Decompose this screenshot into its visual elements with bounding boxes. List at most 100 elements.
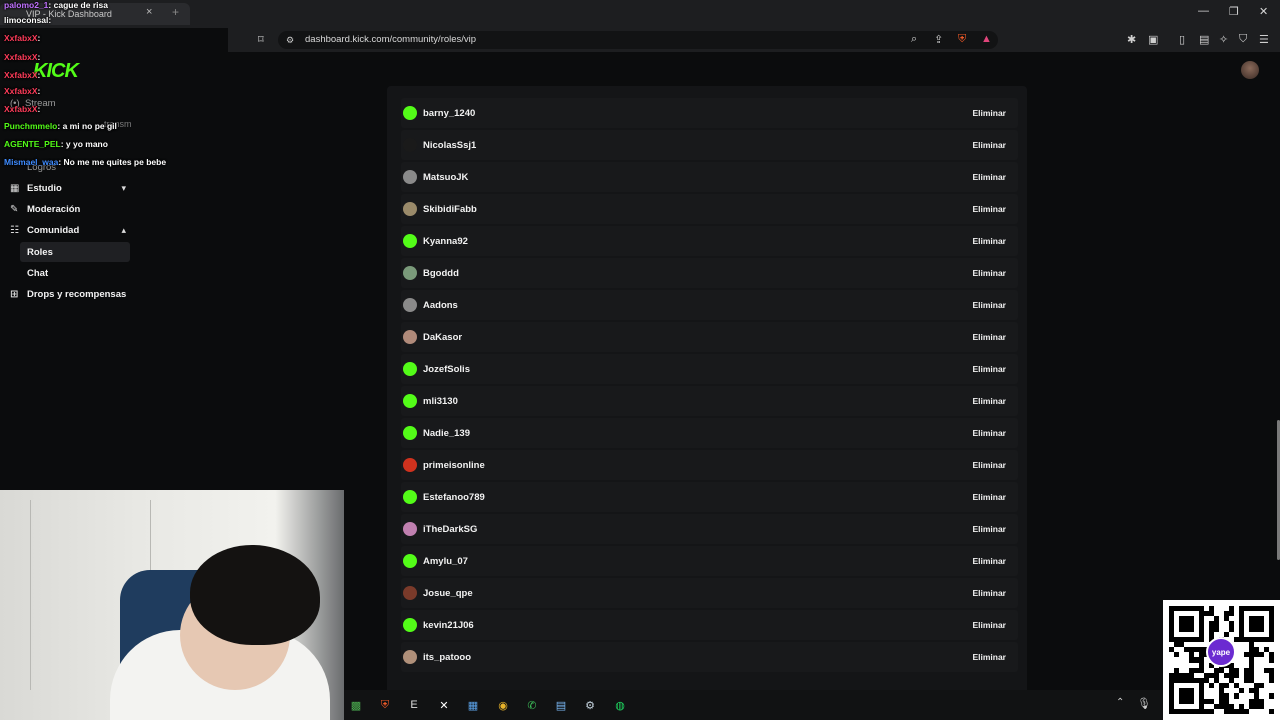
user-avatar[interactable] [403,266,417,280]
user-avatar[interactable] [403,362,417,376]
remove-vip-button[interactable]: Eliminar [972,524,1006,534]
chrome-icon[interactable]: ◉ [493,695,513,715]
remove-vip-button[interactable]: Eliminar [972,620,1006,630]
user-avatar[interactable] [403,458,417,472]
user-avatar[interactable] [403,138,417,152]
zoom-icon[interactable]: ⌕ [911,33,917,46]
wallet2-icon[interactable]: ▤ [1199,33,1209,46]
user-avatar[interactable] [403,554,417,568]
community-icon: ☷ [10,224,19,236]
vip-username[interactable]: its_patooo [423,652,972,663]
vip-username[interactable]: Aadons [423,300,972,311]
remove-vip-button[interactable]: Eliminar [972,364,1006,374]
leo-ai-icon[interactable]: ✧ [1219,33,1228,46]
sidebar-subitem-roles[interactable]: Roles [20,242,130,262]
user-avatar[interactable] [403,426,417,440]
menu-icon[interactable]: ☰ [1259,33,1269,46]
remove-vip-button[interactable]: Eliminar [972,204,1006,214]
xbox-icon[interactable]: ✕ [434,695,454,715]
vip-username[interactable]: barny_1240 [423,108,972,119]
chevron-up-icon[interactable]: ▴ [121,225,126,236]
remove-vip-button[interactable]: Eliminar [972,652,1006,662]
steam-icon[interactable]: ⚙ [580,695,600,715]
minecraft-icon[interactable]: ▩ [346,695,366,715]
remove-vip-button[interactable]: Eliminar [972,236,1006,246]
whatsapp-icon[interactable]: ✆ [522,695,542,715]
remove-vip-button[interactable]: Eliminar [972,140,1006,150]
user-avatar[interactable] [403,522,417,536]
remove-vip-button[interactable]: Eliminar [972,108,1006,118]
brave-shield-icon[interactable]: ⛨ [958,33,966,46]
gift-icon: ⊞ [10,288,19,300]
vip-username[interactable]: Kyanna92 [423,236,972,247]
vip-row: Estefanoo789 Eliminar [401,482,1018,512]
chat-message: XxfabxX: [4,86,41,96]
remove-vip-button[interactable]: Eliminar [972,300,1006,310]
vip-username[interactable]: mli3130 [423,396,972,407]
remove-vip-button[interactable]: Eliminar [972,268,1006,278]
vip-username[interactable]: Josue_qpe [423,588,972,599]
vip-username[interactable]: SkibidiFabb [423,204,972,215]
new-tab-icon[interactable]: + [172,5,179,19]
notepad-icon[interactable]: ▤ [551,695,571,715]
vip-username[interactable]: JozefSolis [423,364,972,375]
brave-icon[interactable]: ⛨ [375,695,395,715]
user-avatar[interactable] [403,618,417,632]
epic-icon[interactable]: E [404,695,424,715]
remove-vip-button[interactable]: Eliminar [972,428,1006,438]
cam-wardrobe-line [30,500,31,690]
remove-vip-button[interactable]: Eliminar [972,556,1006,566]
user-avatar[interactable] [403,330,417,344]
extensions-icon[interactable]: ✱ [1127,33,1136,46]
close-window-icon[interactable]: ✕ [1259,5,1268,18]
remove-vip-button[interactable]: Eliminar [972,172,1006,182]
sidebar-item-estudio[interactable]: ▦ Estudio ▾ [10,178,130,198]
vip-username[interactable]: DaKasor [423,332,972,343]
user-avatar[interactable] [403,170,417,184]
user-avatar[interactable] [403,586,417,600]
share-icon[interactable]: ⇪ [934,33,943,46]
sidebar-item-label: Estudio [27,182,62,194]
sidebar-subitem-chat[interactable]: Chat [20,263,130,283]
user-avatar[interactable] [403,394,417,408]
user-avatar[interactable] [403,490,417,504]
vip-username[interactable]: kevin21J06 [423,620,972,631]
sidebar-toggle-icon[interactable]: ▯ [1179,33,1185,46]
sidebar-item-comunidad[interactable]: ☷ Comunidad ▴ [10,220,130,240]
url-text[interactable]: dashboard.kick.com/community/roles/vip [305,34,476,45]
vip-username[interactable]: Nadie_139 [423,428,972,439]
user-avatar[interactable] [403,106,417,120]
microphone-icon[interactable]: 🎙 [1137,697,1151,710]
wallet-icon[interactable]: ▣ [1148,33,1158,46]
brave-rewards-icon[interactable]: ▲ [981,33,992,45]
bookmark-icon[interactable]: ⌑ [258,33,264,46]
user-avatar[interactable] [403,202,417,216]
site-info-icon[interactable]: ⚙ [286,35,294,46]
remove-vip-button[interactable]: Eliminar [972,492,1006,502]
tab-close-icon[interactable]: × [146,6,152,18]
chevron-down-icon[interactable]: ▾ [121,183,126,194]
remove-vip-button[interactable]: Eliminar [972,588,1006,598]
calculator-icon[interactable]: ▦ [463,695,483,715]
vip-username[interactable]: Bgoddd [423,268,972,279]
profile-avatar[interactable] [1241,61,1259,79]
remove-vip-button[interactable]: Eliminar [972,332,1006,342]
tray-chevron-icon[interactable]: ⌃ [1116,697,1124,708]
sidebar-item-moderacion[interactable]: ✎ Moderación [10,199,130,219]
vip-username[interactable]: primeisonline [423,460,972,471]
vpn-icon[interactable]: ⛉ [1239,33,1247,46]
vip-username[interactable]: MatsuoJK [423,172,972,183]
spotify-icon[interactable]: ◍ [610,695,630,715]
vip-username[interactable]: NicolasSsj1 [423,140,972,151]
vip-username[interactable]: Estefanoo789 [423,492,972,503]
user-avatar[interactable] [403,298,417,312]
vip-username[interactable]: iTheDarkSG [423,524,972,535]
user-avatar[interactable] [403,650,417,664]
user-avatar[interactable] [403,234,417,248]
vip-username[interactable]: Amylu_07 [423,556,972,567]
restore-icon[interactable]: ❐ [1229,5,1239,18]
minimize-icon[interactable]: — [1198,5,1209,17]
sidebar-item-drops[interactable]: ⊞ Drops y recompensas [10,284,130,304]
remove-vip-button[interactable]: Eliminar [972,396,1006,406]
remove-vip-button[interactable]: Eliminar [972,460,1006,470]
